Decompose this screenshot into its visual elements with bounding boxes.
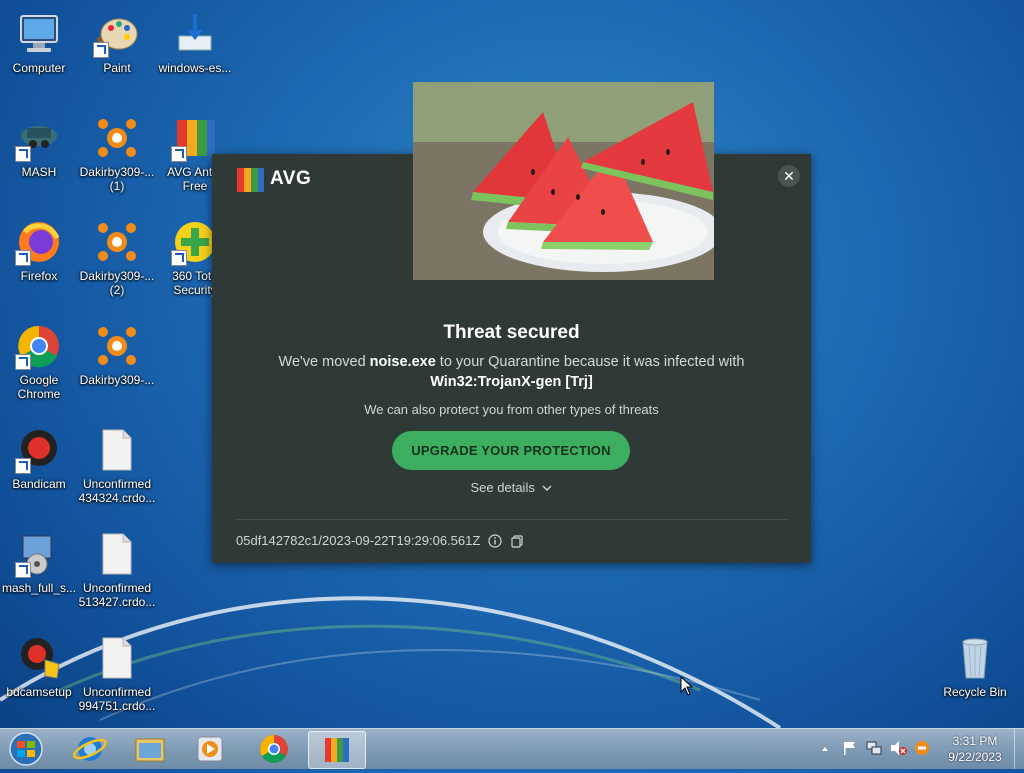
desktop-icon-mash-full-setup[interactable]: mash_full_s... bbox=[0, 530, 78, 595]
copy-icon[interactable] bbox=[510, 534, 524, 548]
watermelon-image bbox=[413, 82, 714, 280]
desktop-icon-bdcamsetup[interactable]: bdcamsetup bbox=[0, 634, 78, 699]
taskbar: 3:31 PM 9/22/2023 bbox=[0, 728, 1024, 769]
shortcut-arrow-icon bbox=[15, 146, 31, 162]
close-button[interactable]: ✕ bbox=[778, 165, 800, 187]
system-clock[interactable]: 3:31 PM 9/22/2023 bbox=[940, 733, 1010, 765]
desktop-icon-bandicam[interactable]: Bandicam bbox=[0, 426, 78, 491]
folder-icon bbox=[135, 738, 165, 762]
taskbar-google-chrome[interactable] bbox=[248, 731, 300, 767]
bandicam-icon bbox=[15, 426, 63, 474]
quarantined-file-name: noise.exe bbox=[369, 354, 436, 370]
computer-icon bbox=[15, 10, 63, 58]
paint-icon bbox=[93, 10, 141, 58]
start-button[interactable] bbox=[4, 730, 48, 768]
shortcut-arrow-icon bbox=[171, 146, 187, 162]
avast-tray-icon[interactable] bbox=[914, 740, 930, 756]
avast-icon bbox=[93, 218, 141, 266]
shortcut-arrow-icon bbox=[15, 458, 31, 474]
avg-brand-text: AVG bbox=[270, 168, 312, 189]
file-icon bbox=[93, 426, 141, 474]
avg-icon bbox=[325, 738, 349, 762]
action-center-flag-icon[interactable] bbox=[842, 740, 858, 756]
firefox-icon bbox=[15, 218, 63, 266]
mash-icon bbox=[15, 114, 63, 162]
shortcut-arrow-icon bbox=[93, 42, 109, 58]
desktop-icon-recycle-bin[interactable]: Recycle Bin bbox=[936, 634, 1014, 699]
shortcut-arrow-icon bbox=[15, 562, 31, 578]
download-icon bbox=[171, 10, 219, 58]
taskbar-avg-antivirus[interactable] bbox=[308, 731, 366, 769]
avast-icon bbox=[93, 114, 141, 162]
see-details-label: See details bbox=[470, 480, 535, 495]
threat-title: Threat secured bbox=[443, 322, 580, 343]
desktop-icon-firefox[interactable]: Firefox bbox=[0, 218, 78, 283]
mouse-cursor-icon bbox=[680, 676, 694, 696]
taskbar-internet-explorer[interactable] bbox=[64, 731, 116, 767]
internet-explorer-icon bbox=[73, 737, 107, 761]
bandicam-setup-icon bbox=[15, 634, 63, 682]
shortcut-arrow-icon bbox=[171, 250, 187, 266]
shortcut-arrow-icon bbox=[15, 354, 31, 370]
installer-icon bbox=[15, 530, 63, 578]
file-icon bbox=[93, 634, 141, 682]
show-desktop-button[interactable] bbox=[1014, 729, 1024, 769]
desktop-icon-mash[interactable]: MASH bbox=[0, 114, 78, 179]
recycle-bin-icon bbox=[951, 634, 999, 682]
shortcut-arrow-icon bbox=[15, 250, 31, 266]
network-icon[interactable] bbox=[866, 740, 882, 756]
volume-muted-icon[interactable] bbox=[890, 740, 908, 756]
threat-name: Win32:TrojanX-gen [Trj] bbox=[430, 374, 593, 390]
taskbar-file-explorer[interactable] bbox=[124, 731, 176, 767]
clock-date: 9/22/2023 bbox=[948, 750, 1002, 764]
protection-subtext: We can also protect you from other types… bbox=[364, 402, 659, 417]
avg-logo: AVG bbox=[236, 164, 311, 194]
desktop-icon-paint[interactable]: Paint bbox=[78, 10, 156, 75]
chevron-down-icon bbox=[542, 485, 552, 491]
see-details-link[interactable]: See details bbox=[212, 480, 811, 495]
desktop-icon-dakirby-2[interactable]: Dakirby309-... (2) bbox=[78, 218, 156, 297]
chrome-icon bbox=[15, 322, 63, 370]
avg-threat-popup: AVG ✕ Threat secured We've moved noise.e… bbox=[212, 82, 811, 563]
taskbar-media-player[interactable] bbox=[184, 731, 236, 767]
divider bbox=[236, 519, 788, 520]
message-suffix: to your Quarantine because it was infect… bbox=[435, 354, 745, 370]
desktop-icon-windows-es[interactable]: windows-es... bbox=[156, 10, 234, 75]
upgrade-protection-button[interactable]: UPGRADE YOUR PROTECTION bbox=[392, 431, 630, 470]
file-icon bbox=[93, 530, 141, 578]
detection-id: 05df142782c1/2023-09-22T19:29:06.561Z bbox=[236, 533, 481, 548]
clock-time: 3:31 PM bbox=[952, 734, 998, 748]
message-prefix: We've moved bbox=[278, 354, 370, 370]
avast-icon bbox=[93, 322, 141, 370]
desktop: { "desktop": { "icons": [ {"label": "Com… bbox=[0, 0, 1024, 769]
show-hidden-icons-icon[interactable] bbox=[820, 741, 830, 757]
desktop-icon-google-chrome[interactable]: Google Chrome bbox=[0, 322, 78, 401]
desktop-icon-unconfirmed-994751[interactable]: Unconfirmed 994751.crdo... bbox=[78, 634, 156, 713]
info-icon[interactable] bbox=[488, 533, 502, 548]
threat-message: We've moved noise.exe to your Quarantine… bbox=[232, 352, 791, 392]
avg-logo-icon bbox=[237, 168, 264, 192]
chrome-icon bbox=[260, 735, 288, 763]
desktop-icon-unconfirmed-513427[interactable]: Unconfirmed 513427.crdo... bbox=[78, 530, 156, 609]
media-player-icon bbox=[197, 736, 223, 762]
detection-footer: 05df142782c1/2023-09-22T19:29:06.561Z bbox=[236, 533, 524, 548]
desktop-icon-dakirby[interactable]: Dakirby309-... bbox=[78, 322, 156, 387]
windows-logo-icon bbox=[9, 732, 43, 766]
desktop-icon-unconfirmed-434324[interactable]: Unconfirmed 434324.crdo... bbox=[78, 426, 156, 505]
desktop-icon-dakirby-1[interactable]: Dakirby309-... (1) bbox=[78, 114, 156, 193]
desktop-icon-computer[interactable]: Computer bbox=[0, 10, 78, 75]
